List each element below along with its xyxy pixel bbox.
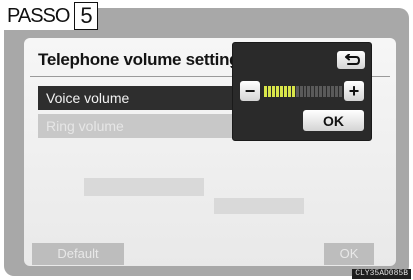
voice-volume-item[interactable]: Voice volume [38, 86, 252, 110]
volume-segment [267, 86, 271, 97]
volume-popup: − + OK [232, 42, 372, 141]
volume-segment [299, 86, 303, 97]
figure-code: CLY35AD085B [352, 269, 411, 279]
return-arrow-icon [345, 54, 360, 65]
volume-segment [303, 86, 307, 97]
background-faint-text [84, 178, 204, 196]
volume-segment [331, 86, 335, 97]
volume-segment [287, 86, 291, 97]
volume-segment [283, 86, 287, 97]
volume-segment [271, 86, 275, 97]
volume-segment [339, 86, 343, 97]
background-faint-text [214, 198, 304, 214]
volume-segment [327, 86, 331, 97]
volume-segment [291, 86, 295, 97]
volume-segment [279, 86, 283, 97]
volume-segment [311, 86, 315, 97]
popup-ok-button[interactable]: OK [303, 110, 364, 131]
step-word: PASSO [7, 5, 70, 27]
volume-segment [335, 86, 339, 97]
volume-segment [323, 86, 327, 97]
volume-decrease-button[interactable]: − [240, 81, 260, 101]
back-button[interactable] [337, 51, 365, 69]
volume-segment [295, 86, 299, 97]
volume-segment [264, 86, 267, 97]
volume-segment [319, 86, 323, 97]
default-button[interactable]: Default [32, 243, 124, 265]
ring-volume-item[interactable]: Ring volume [38, 114, 252, 138]
volume-increase-button[interactable]: + [344, 81, 364, 101]
volume-meter [264, 86, 343, 97]
volume-segment [275, 86, 279, 97]
ok-button[interactable]: OK [324, 243, 374, 265]
step-indicator: PASSO 5 [3, 2, 99, 30]
screen-title: Telephone volume setting: [38, 50, 245, 69]
volume-segment [307, 86, 311, 97]
step-number: 5 [74, 2, 99, 30]
volume-segment [315, 86, 319, 97]
